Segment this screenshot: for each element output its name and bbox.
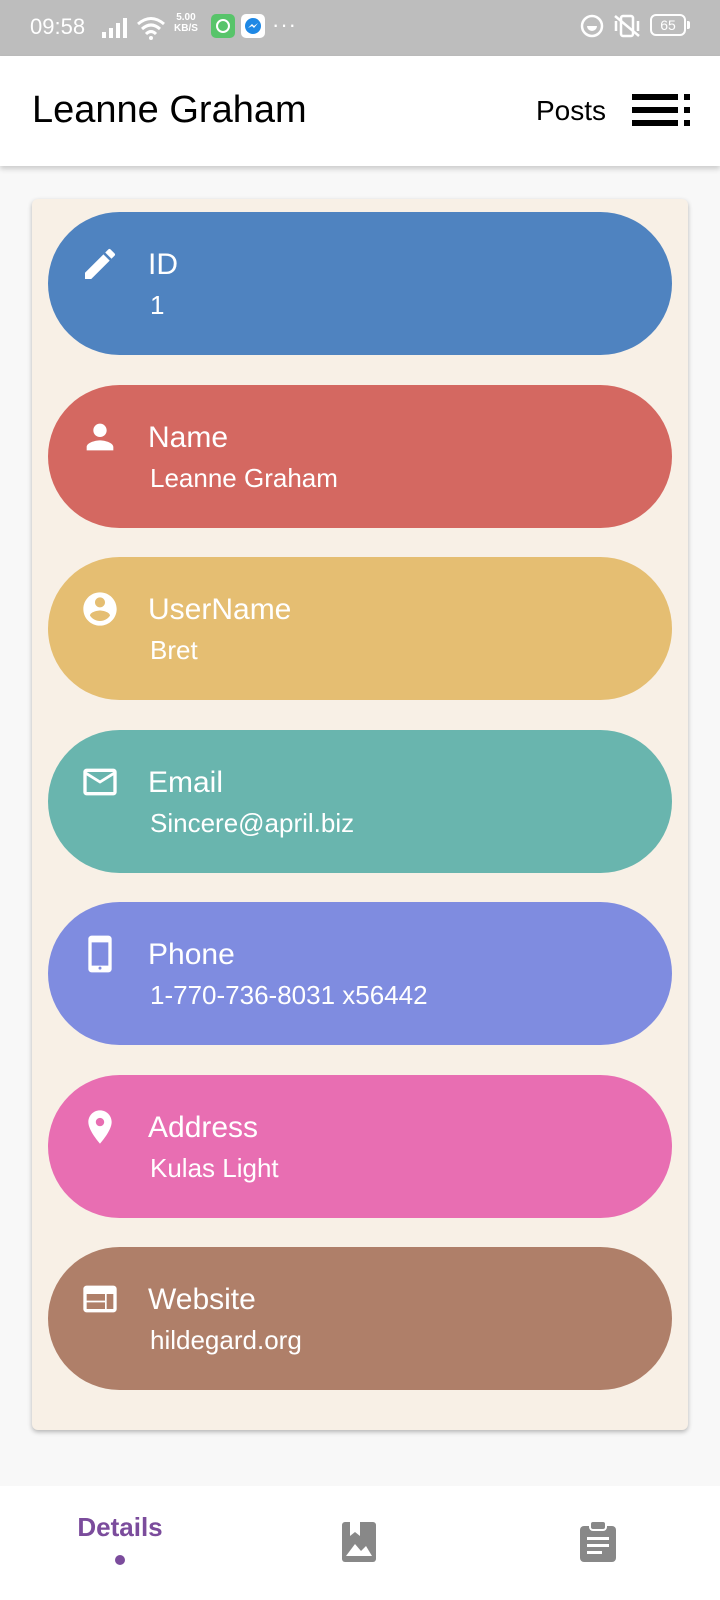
web-icon: [83, 1285, 117, 1313]
field-value: 1: [150, 290, 165, 320]
field-label: ID: [148, 248, 178, 281]
active-tab-indicator: [115, 1555, 125, 1565]
tab-details-label: Details: [77, 1512, 163, 1542]
app-notification-icon: [211, 14, 235, 38]
photos-icon[interactable]: [340, 1520, 380, 1564]
field-username[interactable]: UserName Bret: [48, 557, 672, 700]
field-label: Address: [148, 1111, 259, 1144]
field-value: Leanne Graham: [150, 463, 338, 493]
field-website[interactable]: Website hildegard.org: [48, 1247, 672, 1390]
field-label: Name: [148, 421, 229, 454]
wifi-icon: [137, 17, 165, 40]
user-details-card: ID 1 Name Leanne Graham UserName Bret Em…: [32, 199, 688, 1430]
field-value: Kulas Light: [150, 1153, 279, 1183]
posts-clipboard-icon[interactable]: [578, 1520, 618, 1564]
vibrate-off-icon: [614, 14, 640, 38]
field-label: Email: [148, 766, 224, 799]
field-name[interactable]: Name Leanne Graham: [48, 385, 672, 528]
messenger-icon: [241, 14, 265, 38]
do-not-disturb-icon: [580, 14, 604, 38]
status-bar: 09:58 5.00 KB/S ··· 65: [0, 0, 720, 56]
app-bar: Leanne Graham Posts: [0, 56, 720, 166]
battery-indicator: 65: [650, 14, 690, 36]
field-value: 1-770-736-8031 x56442: [150, 980, 428, 1010]
field-email[interactable]: Email Sincere@april.biz: [48, 730, 672, 873]
list-menu-icon[interactable]: [632, 92, 694, 128]
field-label: Phone: [148, 938, 235, 971]
field-label: Website: [148, 1283, 256, 1316]
net-speed: 5.00 KB/S: [174, 12, 198, 34]
field-id[interactable]: ID 1: [48, 212, 672, 355]
field-value: Sincere@april.biz: [150, 808, 355, 838]
net-speed-value: 5.00: [176, 12, 196, 23]
mail-icon: [83, 768, 117, 796]
field-address[interactable]: Address Kulas Light: [48, 1075, 672, 1218]
field-label: UserName: [148, 593, 292, 626]
pencil-icon: [85, 248, 116, 279]
field-phone[interactable]: Phone 1-770-736-8031 x56442: [48, 902, 672, 1045]
status-time: 09:58: [30, 14, 86, 39]
account-circle-icon: [83, 592, 117, 626]
signal-icon: [102, 18, 127, 38]
field-value: Bret: [150, 635, 198, 665]
page-title: Leanne Graham: [32, 89, 307, 131]
person-icon: [86, 423, 114, 451]
posts-button[interactable]: Posts: [536, 95, 606, 127]
more-notifications: ···: [272, 12, 297, 37]
field-value: hildegard.org: [150, 1325, 302, 1355]
smartphone-icon: [88, 935, 112, 973]
net-speed-unit: KB/S: [174, 23, 198, 34]
bottom-navigation: Details: [0, 1486, 720, 1600]
location-pin-icon: [88, 1110, 112, 1144]
tab-details[interactable]: Details: [58, 1512, 182, 1565]
